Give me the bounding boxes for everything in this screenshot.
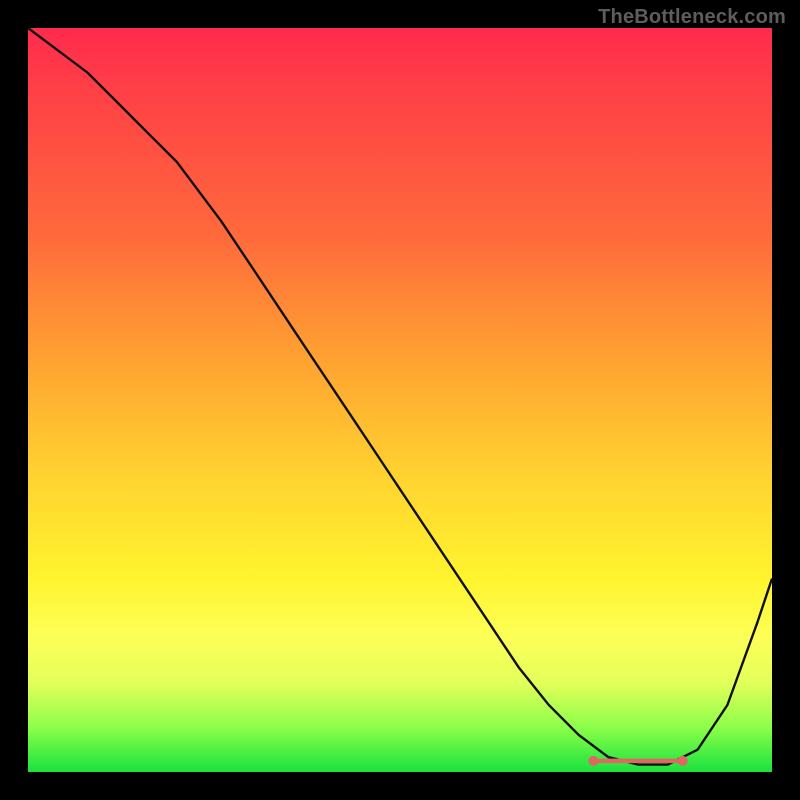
watermark-label: TheBottleneck.com (598, 6, 786, 29)
optimal-zone-start-dot (588, 756, 598, 766)
curve-svg (28, 28, 772, 772)
chart-frame: TheBottleneck.com (0, 0, 800, 800)
bottleneck-curve (28, 28, 772, 765)
plot-area (28, 28, 772, 772)
optimal-zone-end-dot (678, 756, 688, 766)
